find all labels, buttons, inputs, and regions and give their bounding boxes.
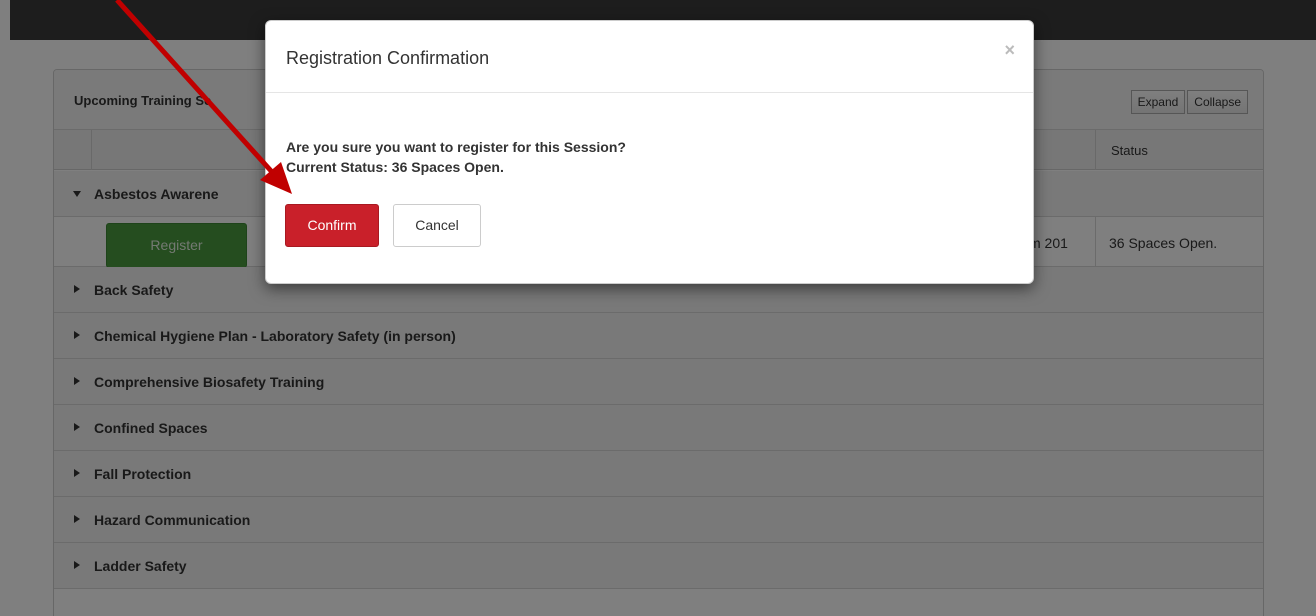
screen: Upcoming Training Se Expand Collapse Sta… bbox=[0, 0, 1316, 616]
confirmation-question: Are you sure you want to register for th… bbox=[286, 139, 626, 155]
modal-body: Are you sure you want to register for th… bbox=[286, 137, 626, 177]
close-icon[interactable]: × bbox=[1004, 41, 1015, 59]
cancel-button[interactable]: Cancel bbox=[393, 204, 481, 247]
modal-title: Registration Confirmation bbox=[286, 48, 490, 68]
registration-confirmation-dialog: Registration Confirmation × Are you sure… bbox=[265, 20, 1034, 284]
confirm-button[interactable]: Confirm bbox=[285, 204, 379, 247]
modal-header: Registration Confirmation × bbox=[266, 21, 1033, 93]
current-status-text: Current Status: 36 Spaces Open. bbox=[286, 159, 504, 175]
